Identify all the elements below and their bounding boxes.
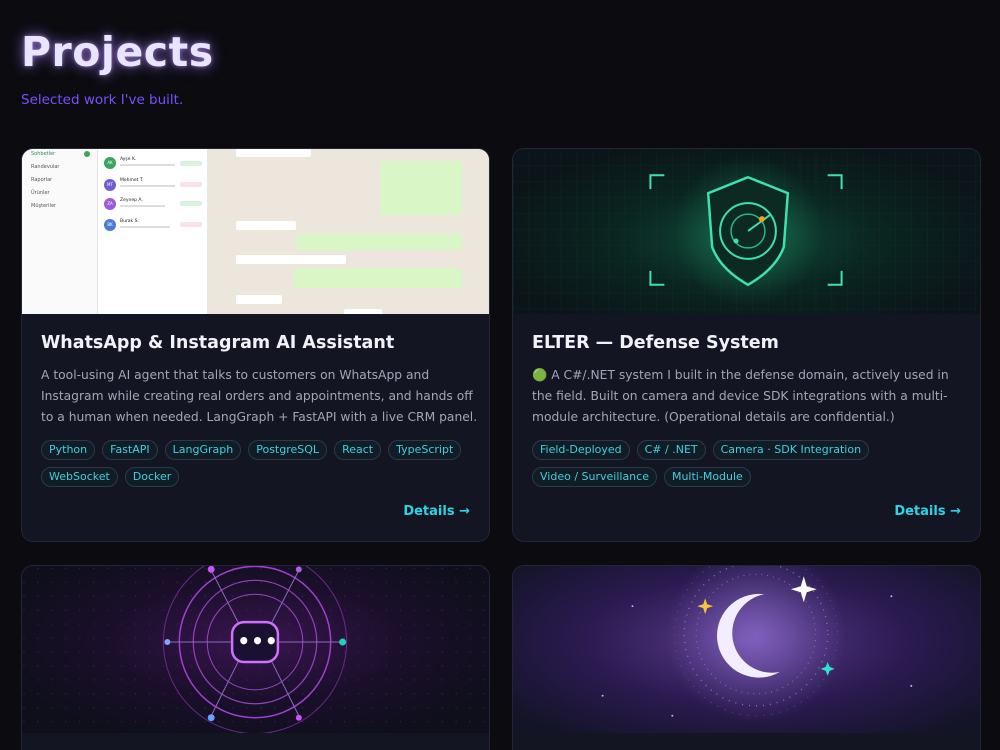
page-title: Projects bbox=[21, 28, 214, 76]
thumb-sidebar-item: Raporlar bbox=[31, 177, 53, 183]
thumb-contact-name: Burak S. bbox=[120, 219, 139, 224]
thumb-contact-name: Mehmet T. bbox=[120, 178, 144, 183]
project-thumbnail: Sohbetler Randevular Raporlar Ürünler Mü… bbox=[22, 149, 489, 314]
thumb-sidebar-item: Müşteriler bbox=[31, 203, 57, 209]
thumb-chat-area bbox=[208, 149, 489, 314]
avatar: AK bbox=[104, 157, 116, 169]
tag: LangGraph bbox=[164, 440, 242, 460]
tag: Docker bbox=[124, 467, 180, 487]
chat-dots-icon: ••• bbox=[237, 629, 279, 653]
crescent-moon-icon bbox=[601, 566, 913, 724]
project-card-4[interactable] bbox=[512, 565, 981, 750]
details-link[interactable]: Details → bbox=[403, 504, 470, 519]
details-link[interactable]: Details → bbox=[894, 504, 961, 519]
project-title: WhatsApp & Instagram AI Assistant bbox=[41, 333, 395, 353]
shield-radar-icon bbox=[513, 149, 980, 314]
thumb-badge-icon bbox=[84, 151, 90, 157]
thumb-contact: AK bbox=[104, 157, 116, 169]
tag: C# / .NET bbox=[636, 440, 706, 460]
thumb-sidebar-item: Randevular bbox=[31, 164, 60, 170]
tag: React bbox=[334, 440, 382, 460]
thumb-sidebar-item: Ürünler bbox=[31, 190, 50, 196]
thumb-contact-list: AK Ayşe K. MT Mehmet T. ZA Zeynep A. BK … bbox=[98, 149, 208, 314]
thumb-sidebar: Sohbetler Randevular Raporlar Ürünler Mü… bbox=[22, 149, 98, 314]
tag: WebSocket bbox=[41, 467, 118, 487]
project-thumbnail: ••• bbox=[22, 566, 489, 733]
project-card-elter[interactable]: ELTER — Defense System 🟢 A C#/.NET syste… bbox=[512, 148, 981, 542]
avatar: MT bbox=[104, 179, 116, 191]
project-description: A tool-using AI agent that talks to cust… bbox=[41, 368, 478, 424]
project-thumbnail bbox=[513, 566, 980, 733]
thumb-contact: ZA bbox=[104, 198, 116, 210]
project-card-whatsapp-assistant[interactable]: Sohbetler Randevular Raporlar Ürünler Mü… bbox=[21, 148, 490, 542]
tag: PostgreSQL bbox=[248, 440, 328, 460]
thumb-sidebar-item: Sohbetler bbox=[31, 151, 56, 157]
tag: Multi-Module bbox=[663, 467, 751, 487]
project-card-3[interactable]: ••• bbox=[21, 565, 490, 750]
tag: TypeScript bbox=[388, 440, 462, 460]
avatar: BK bbox=[104, 219, 116, 231]
thumb-contact-name: Ayşe K. bbox=[120, 157, 137, 162]
thumb-contact: MT bbox=[104, 179, 116, 191]
tag: Camera · SDK Integration bbox=[712, 440, 870, 460]
page-subtitle: Selected work I've built. bbox=[21, 92, 184, 108]
project-description: 🟢 A C#/.NET system I built in the defens… bbox=[532, 368, 949, 424]
project-title: ELTER — Defense System bbox=[532, 333, 779, 353]
tag: Field-Deployed bbox=[532, 440, 630, 460]
tag: Python bbox=[41, 440, 96, 460]
project-thumbnail bbox=[513, 149, 980, 314]
tag: FastAPI bbox=[102, 440, 158, 460]
avatar: ZA bbox=[104, 198, 116, 210]
thumb-contact: BK bbox=[104, 219, 116, 231]
tag: Video / Surveillance bbox=[532, 467, 657, 487]
tag-list: Field-Deployed C# / .NET Camera · SDK In… bbox=[532, 440, 972, 487]
thumb-contact-name: Zeynep A. bbox=[120, 198, 143, 203]
tag-list: Python FastAPI LangGraph PostgreSQL Reac… bbox=[41, 440, 481, 487]
